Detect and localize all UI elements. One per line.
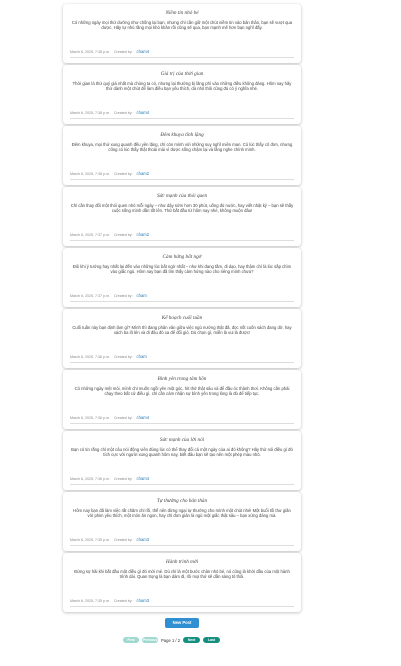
post-body: Có những ngày mệt mỏi, mình chỉ muốn ngồ…: [74, 386, 290, 397]
post-author[interactable]: cham4: [137, 49, 150, 54]
created-by-label: Created by:: [113, 172, 133, 176]
post-meta: March 6, 2025, 7:35 p.m. Created by: cham3: [70, 537, 294, 543]
created-by-label: Created by:: [113, 294, 133, 298]
post-date: March 6, 2025, 7:38 p.m.: [70, 172, 110, 176]
post-body: Chỉ cần thay đổi một thói quen nhỏ mỗi n…: [70, 203, 294, 214]
post-meta: March 6, 2025, 7:36 p.m. Created by: cham: [70, 354, 294, 360]
created-by-label: Created by:: [113, 416, 133, 420]
post-card[interactable]: Đêm khuya tĩnh lặng Đêm khuya, mọi thứ xu…: [63, 126, 301, 185]
post-meta: March 6, 2025, 7:38 p.m. Created by: cham4: [70, 49, 294, 55]
post-date: March 6, 2025, 7:36 p.m.: [70, 355, 110, 359]
post-title[interactable]: Tự thưởng cho bản thân: [70, 498, 294, 505]
post-card[interactable]: Cảm hứng bất ngờ Đôi khi ý tưởng hay nhất…: [63, 248, 301, 307]
card-divider: [70, 606, 294, 607]
post-meta: March 6, 2025, 7:35 p.m. Created by: cham3: [70, 598, 294, 604]
post-meta: March 6, 2025, 7:38 p.m. Created by: cham4: [70, 110, 294, 116]
post-date: March 6, 2025, 7:38 p.m.: [70, 111, 110, 115]
post-meta: March 6, 2025, 7:36 p.m. Created by: cham4: [70, 476, 294, 482]
card-divider: [70, 57, 294, 58]
post-date: March 6, 2025, 7:36 p.m.: [70, 416, 110, 420]
post-author[interactable]: cham: [137, 354, 147, 359]
previous-page-button[interactable]: Previous: [142, 637, 158, 643]
created-by-label: Created by:: [113, 50, 133, 54]
post-author[interactable]: cham4: [137, 110, 150, 115]
page-indicator: Page 1 / 2: [161, 637, 181, 643]
post-meta: March 6, 2025, 7:38 p.m. Created by: cham2: [70, 171, 294, 177]
card-divider: [70, 484, 294, 485]
post-card[interactable]: Giá trị của thời gian Thời gian là thứ qu…: [63, 65, 301, 124]
card-divider: [70, 118, 294, 119]
post-card[interactable]: Sức mạnh của lời nói Bạn có tin rằng chỉ …: [63, 431, 301, 490]
post-body: Cuối tuần này bạn định làm gì? Mình thì …: [72, 325, 292, 336]
post-title[interactable]: Bình yên trong tâm hồn: [70, 376, 294, 383]
last-page-button[interactable]: Last: [203, 637, 221, 643]
post-title[interactable]: Sức mạnh của lời nói: [70, 437, 294, 444]
post-date: March 6, 2025, 7:37 p.m.: [70, 294, 110, 298]
post-author[interactable]: cham4: [137, 476, 150, 481]
card-divider: [70, 362, 294, 363]
created-by-label: Created by:: [113, 538, 133, 542]
post-body: Đêm khuya, mọi thứ xung quanh đều yên lặ…: [71, 142, 293, 153]
card-divider: [70, 423, 294, 424]
post-title[interactable]: Niềm tin nhỏ bé: [70, 10, 294, 17]
next-page-button[interactable]: Next: [183, 637, 201, 643]
post-author[interactable]: cham3: [137, 598, 150, 603]
post-author[interactable]: cham: [137, 293, 147, 298]
first-page-button[interactable]: First: [123, 637, 139, 643]
post-author[interactable]: cham3: [137, 537, 150, 542]
post-card[interactable]: Sức mạnh của thói quen Chỉ cần thay đổi m…: [63, 187, 301, 246]
post-author[interactable]: cham2: [137, 232, 150, 237]
card-divider: [70, 240, 294, 241]
post-card[interactable]: Tự thưởng cho bản thân Hôm nay bạn đã làm…: [63, 492, 301, 551]
post-card[interactable]: Hành trình mới Đừng sợ hãi khi bắt đầu mộ…: [63, 553, 301, 612]
post-meta: March 6, 2025, 7:37 p.m. Created by: cham2: [70, 232, 294, 238]
post-author[interactable]: cham4: [137, 415, 150, 420]
post-date: March 6, 2025, 7:37 p.m.: [70, 233, 110, 237]
card-divider: [70, 545, 294, 546]
post-title[interactable]: Sức mạnh của thói quen: [70, 193, 294, 200]
created-by-label: Created by:: [113, 233, 133, 237]
post-date: March 6, 2025, 7:36 p.m.: [70, 477, 110, 481]
post-title[interactable]: Cảm hứng bất ngờ: [70, 254, 294, 261]
post-body: Thời gian là thứ quý giá nhất mà chúng t…: [72, 81, 292, 92]
post-title[interactable]: Hành trình mới: [70, 559, 294, 566]
post-body: Đừng sợ hãi khi bắt đầu một điều gì đó m…: [74, 569, 290, 580]
post-card[interactable]: Bình yên trong tâm hồn Có những ngày mệt …: [63, 370, 301, 429]
post-card[interactable]: Kế hoạch cuối tuần Cuối tuần này bạn định…: [63, 309, 301, 368]
created-by-label: Created by:: [113, 111, 133, 115]
card-divider: [70, 179, 294, 180]
post-meta: March 6, 2025, 7:37 p.m. Created by: cham: [70, 293, 294, 299]
post-title[interactable]: Đêm khuya tĩnh lặng: [70, 132, 294, 139]
post-body: Đôi khi ý tưởng hay nhất lại đến vào nhữ…: [72, 264, 292, 275]
post-author[interactable]: cham2: [137, 171, 150, 176]
post-date: March 6, 2025, 7:35 p.m.: [70, 538, 110, 542]
card-divider: [70, 301, 294, 302]
post-body: Có những ngày mọi thứ dường như chống lạ…: [71, 20, 293, 31]
post-body: Hôm nay bạn đã làm việc rất chăm chỉ rồi…: [73, 508, 291, 519]
post-date: March 6, 2025, 7:35 p.m.: [70, 599, 110, 603]
created-by-label: Created by:: [113, 355, 133, 359]
post-date: March 6, 2025, 7:38 p.m.: [70, 50, 110, 54]
post-meta: March 6, 2025, 7:36 p.m. Created by: cham4: [70, 415, 294, 421]
created-by-label: Created by:: [113, 599, 133, 603]
new-post-button[interactable]: New Post: [165, 618, 199, 628]
post-card[interactable]: Niềm tin nhỏ bé Có những ngày mọi thứ dườ…: [63, 4, 301, 63]
pagination: First Previous Page 1 / 2 Next Last: [123, 636, 221, 644]
post-title[interactable]: Giá trị của thời gian: [70, 71, 294, 78]
post-body: Bạn có tin rằng chỉ một câu nói động viê…: [71, 447, 293, 458]
created-by-label: Created by:: [113, 477, 133, 481]
post-title[interactable]: Kế hoạch cuối tuần: [70, 315, 294, 322]
